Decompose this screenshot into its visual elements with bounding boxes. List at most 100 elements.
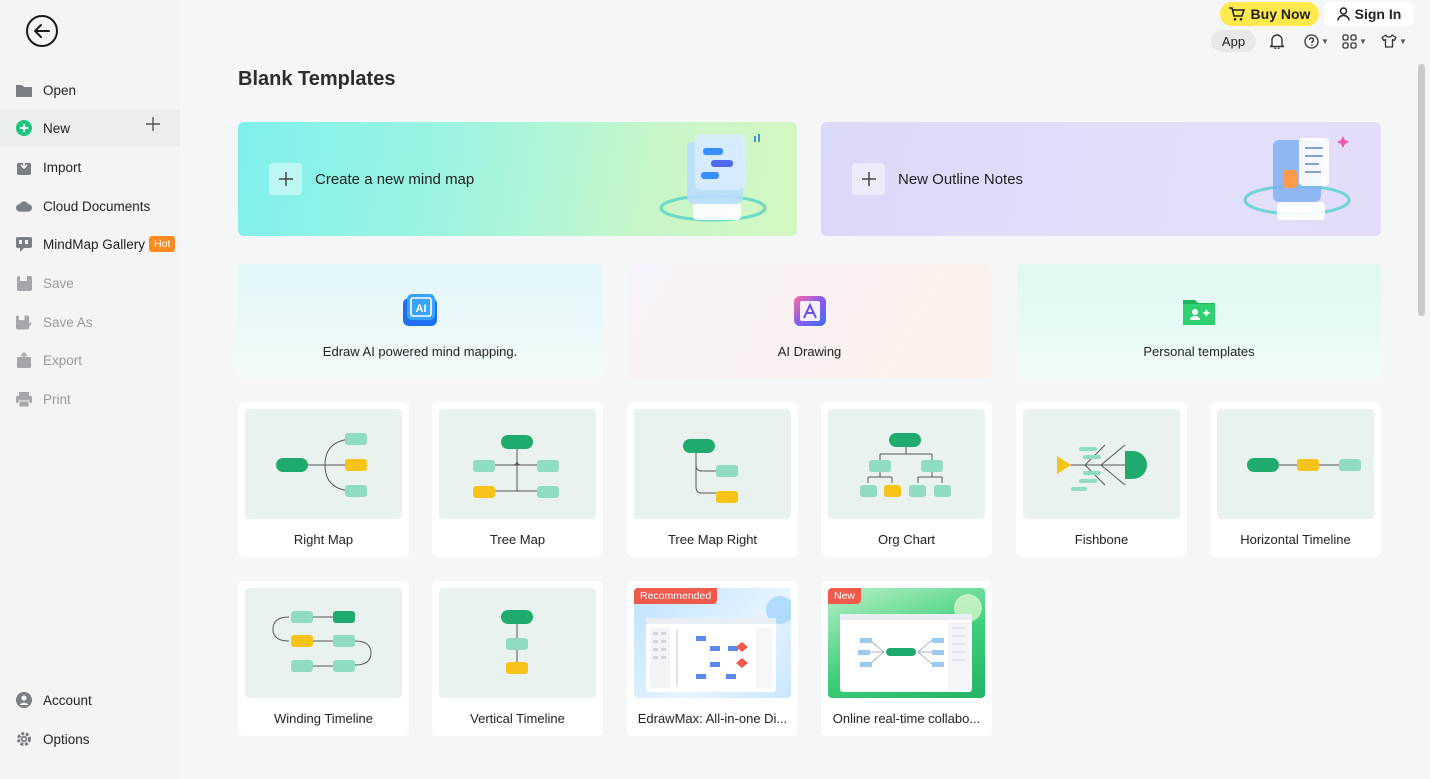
template-card-tree-map-right[interactable]: Tree Map Right [627,402,798,557]
create-mind-map-card[interactable]: Create a new mind map [238,122,797,236]
sign-in-button[interactable]: Sign In [1324,2,1414,26]
cart-icon [1228,7,1245,21]
app-label: App [1221,33,1246,49]
gallery-icon [16,236,32,252]
add-new-icon[interactable] [146,117,160,134]
sidebar-item-label: Import [43,159,82,175]
gear-icon [16,731,32,747]
sidebar-item-open[interactable]: Open [0,71,180,109]
template-card-vertical-timeline[interactable]: Vertical Timeline [432,581,603,736]
shirt-icon [1381,34,1397,48]
new-outline-notes-card[interactable]: New Outline Notes [821,122,1381,236]
help-icon [1304,33,1319,49]
plus-icon [852,163,885,195]
winding-timeline-thumbnail [245,588,402,698]
hot-badge: Hot [149,236,176,252]
template-label: Tree Map [489,532,546,547]
sidebar-item-label: Print [43,391,71,407]
vertical-scrollbar[interactable] [1418,64,1425,316]
sidebar-item-options[interactable]: Options [0,720,180,758]
app-button[interactable]: App [1211,30,1256,52]
horizontal-timeline-thumbnail [1217,409,1374,519]
online-collaboration-thumbnail: New [828,588,985,698]
vertical-timeline-thumbnail [439,588,596,698]
feature-label: AI Drawing [777,344,842,359]
new-badge: New [828,588,862,604]
ai-icon: AI [403,294,437,326]
sidebar-item-label: Account [43,692,92,708]
org-chart-thumbnail [828,409,985,519]
sidebar-item-print[interactable]: Print [0,380,180,418]
feature-label: Personal templates [1143,344,1255,359]
skin-button[interactable]: ▼ [1381,32,1407,50]
sidebar-item-mindmap-gallery[interactable]: MindMap Gallery Hot [0,225,180,263]
sidebar-item-account[interactable]: Account [0,681,180,719]
chevron-down-icon: ▼ [1359,36,1367,46]
print-icon [16,391,32,407]
account-icon [16,692,32,708]
template-label: Vertical Timeline [470,711,565,726]
template-label: Horizontal Timeline [1240,532,1351,547]
recommended-badge: Recommended [634,588,718,604]
sidebar-item-label: Export [43,352,83,368]
cloud-icon [16,198,32,214]
template-card-edrawmax[interactable]: Recommended EdrawMax: All-in-one Di... [627,581,798,736]
tree-map-right-thumbnail [634,409,791,519]
template-card-right-map[interactable]: Right Map [238,402,409,557]
sidebar-item-save[interactable]: Save [0,264,180,302]
sidebar-item-label: Cloud Documents [43,198,151,214]
buy-now-button[interactable]: Buy Now [1220,2,1319,26]
sidebar-item-save-as[interactable]: Save As [0,303,180,341]
edrawmax-thumbnail: Recommended [634,588,791,698]
export-icon [16,352,32,368]
sidebar-item-label: New [43,120,71,136]
template-label: Fishbone [1074,532,1129,547]
personal-templates-card[interactable]: Personal templates [1017,264,1381,378]
page-title: Blank Templates [238,68,396,90]
folder-icon [16,82,32,98]
edraw-ai-card[interactable]: AI Edraw AI powered mind mapping. [238,264,602,378]
template-label: Tree Map Right [667,532,758,547]
personal-templates-icon [1183,300,1215,325]
import-icon [16,159,32,175]
template-card-fishbone[interactable]: Fishbone [1016,402,1187,557]
sidebar-item-export[interactable]: Export [0,341,180,379]
template-label: Winding Timeline [274,711,373,726]
template-label: Org Chart [877,532,936,547]
right-map-thumbnail [245,409,402,519]
fishbone-thumbnail [1023,409,1180,519]
back-button[interactable] [26,15,58,47]
chevron-down-icon: ▼ [1321,36,1329,46]
sign-in-label: Sign In [1354,6,1402,22]
save-as-icon [16,314,32,330]
hero-label: New Outline Notes [898,171,1024,188]
svg-text:AI: AI [416,303,427,315]
feature-label: Edraw AI powered mind mapping. [322,344,518,359]
template-card-tree-map[interactable]: Tree Map [432,402,603,557]
template-card-online-collaboration[interactable]: New Online real-time collabo... [821,581,992,736]
sidebar-item-cloud-documents[interactable]: Cloud Documents [0,187,180,225]
user-icon [1336,7,1350,21]
sidebar-item-label: MindMap Gallery [43,236,146,252]
ai-drawing-icon [793,296,826,326]
apps-grid-icon [1342,33,1357,49]
sidebar-item-new[interactable]: New [0,109,180,147]
mind-map-illustration-icon [659,134,767,222]
notification-button[interactable] [1270,32,1284,50]
sidebar-item-import[interactable]: Import [0,148,180,186]
plus-circle-icon [16,120,32,136]
template-label: EdrawMax: All-in-one Di... [637,711,788,726]
template-label: Online real-time collabo... [832,711,981,726]
arrow-left-icon [34,24,50,38]
outline-notes-illustration-icon [1243,136,1351,220]
sidebar-item-label: Save [43,275,74,291]
help-button[interactable]: ▼ [1304,32,1329,50]
apps-button[interactable]: ▼ [1342,32,1367,50]
save-icon [16,275,32,291]
template-card-winding-timeline[interactable]: Winding Timeline [238,581,409,736]
template-card-org-chart[interactable]: Org Chart [821,402,992,557]
ai-drawing-card[interactable]: AI Drawing [628,264,991,378]
template-card-horizontal-timeline[interactable]: Horizontal Timeline [1210,402,1381,557]
sidebar-item-label: Open [43,82,77,98]
buy-now-label: Buy Now [1250,6,1311,22]
